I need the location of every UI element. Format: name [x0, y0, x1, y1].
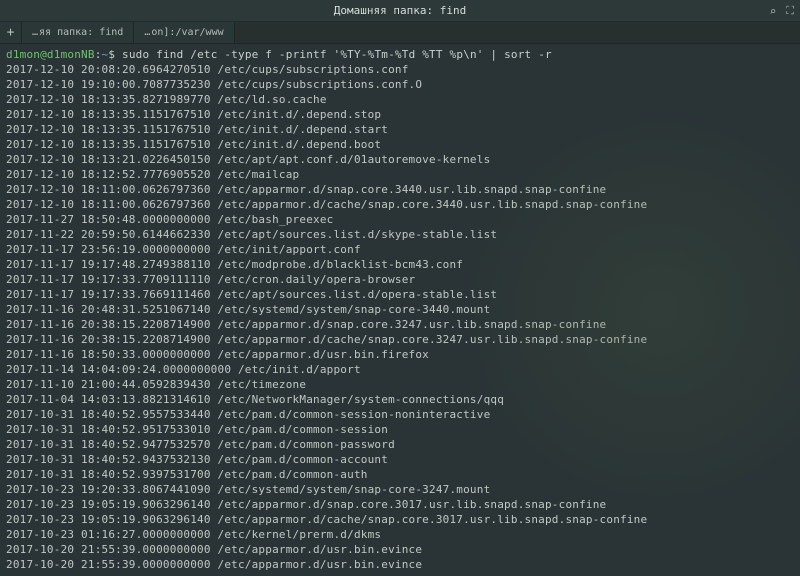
output-line: 2017-12-10 18:13:35.1151767510 /etc/init… — [6, 122, 794, 137]
prompt-userhost: d1mon@d1monNB — [6, 48, 95, 61]
output-line: 2017-12-10 18:13:35.8271989770 /etc/ld.s… — [6, 92, 794, 107]
prompt-line: d1mon@d1monNB:~$ sudo find /etc -type f … — [6, 47, 794, 62]
output-line: 2017-12-10 18:11:00.0626797360 /etc/appa… — [6, 182, 794, 197]
prompt-dollar: $ — [108, 48, 122, 61]
output-line: 2017-12-10 18:12:52.7776905520 /etc/mail… — [6, 167, 794, 182]
output-line: 2017-10-20 21:55:39.0000000000 /etc/appa… — [6, 542, 794, 557]
output-line: 2017-11-22 20:59:50.6144662330 /etc/apt/… — [6, 227, 794, 242]
plus-icon: + — [7, 25, 15, 40]
output-line: 2017-10-31 18:40:52.9397531700 /etc/pam.… — [6, 467, 794, 482]
output-block: 2017-12-10 20:08:20.6964270510 /etc/cups… — [6, 62, 794, 572]
output-line: 2017-12-10 18:13:35.1151767510 /etc/init… — [6, 107, 794, 122]
output-line: 2017-11-17 23:56:19.0000000000 /etc/init… — [6, 242, 794, 257]
output-line: 2017-12-10 18:11:00.0626797360 /etc/appa… — [6, 197, 794, 212]
tab-label: on]:/var/www — [151, 27, 223, 38]
output-line: 2017-10-23 19:05:19.9063296140 /etc/appa… — [6, 512, 794, 527]
output-line: 2017-12-10 18:13:35.1151767510 /etc/init… — [6, 137, 794, 152]
command-text: sudo find /etc -type f -printf '%TY-%Tm-… — [122, 48, 552, 61]
tab-find[interactable]: … яя папка: find — [22, 22, 134, 43]
tab-ellipsis: … — [144, 27, 149, 38]
output-line: 2017-10-23 01:16:27.0000000000 /etc/kern… — [6, 527, 794, 542]
output-line: 2017-11-16 20:38:15.2208714900 /etc/appa… — [6, 332, 794, 347]
output-line: 2017-12-10 20:08:20.6964270510 /etc/cups… — [6, 62, 794, 77]
new-tab-button[interactable]: + — [0, 22, 22, 43]
output-line: 2017-11-27 18:50:48.0000000000 /etc/bash… — [6, 212, 794, 227]
output-line: 2017-10-31 18:40:52.9437532130 /etc/pam.… — [6, 452, 794, 467]
output-line: 2017-11-14 14:04:09:24.0000000000 /etc/i… — [6, 362, 794, 377]
output-line: 2017-10-31 18:40:52.9477532570 /etc/pam.… — [6, 437, 794, 452]
window-title: Домашняя папка: find — [334, 4, 466, 17]
output-line: 2017-10-31 18:40:52.9517533010 /etc/pam.… — [6, 422, 794, 437]
window-controls: ⌕ ⛶ — [770, 0, 794, 22]
output-line: 2017-11-16 20:38:15.2208714900 /etc/appa… — [6, 317, 794, 332]
output-line: 2017-11-04 14:03:13.8821314610 /etc/Netw… — [6, 392, 794, 407]
output-line: 2017-11-16 18:50:33.0000000000 /etc/appa… — [6, 347, 794, 362]
output-line: 2017-11-17 19:17:33.7669111460 /etc/apt/… — [6, 287, 794, 302]
output-line: 2017-11-17 19:17:48.2749388110 /etc/modp… — [6, 257, 794, 272]
tab-ellipsis: … — [32, 27, 37, 38]
output-line: 2017-11-16 20:48:31.5251067140 /etc/syst… — [6, 302, 794, 317]
output-line: 2017-10-31 18:40:52.9557533440 /etc/pam.… — [6, 407, 794, 422]
output-line: 2017-12-10 18:13:21.0226450150 /etc/apt/… — [6, 152, 794, 167]
prompt-sep: : — [95, 48, 102, 61]
output-line: 2017-10-23 19:20:33.8067441090 /etc/syst… — [6, 482, 794, 497]
output-line: 2017-11-17 19:17:33.7709111110 /etc/cron… — [6, 272, 794, 287]
window-titlebar: Домашняя папка: find ⌕ ⛶ — [0, 0, 800, 22]
tab-varwww[interactable]: … on]:/var/www — [134, 22, 234, 43]
output-line: 2017-10-23 19:05:19.9063296140 /etc/appa… — [6, 497, 794, 512]
output-line: 2017-10-20 21:55:39.0000000000 /etc/appa… — [6, 557, 794, 572]
search-icon[interactable]: ⌕ — [770, 5, 777, 18]
output-line: 2017-11-10 21:00:44.0592839430 /etc/time… — [6, 377, 794, 392]
fullscreen-icon[interactable]: ⛶ — [786, 4, 794, 18]
tab-label: яя папка: find — [39, 27, 123, 38]
tab-strip: + … яя папка: find … on]:/var/www — [0, 22, 800, 44]
terminal-viewport[interactable]: d1mon@d1monNB:~$ sudo find /etc -type f … — [0, 44, 800, 576]
output-line: 2017-12-10 19:10:00.7087735230 /etc/cups… — [6, 77, 794, 92]
